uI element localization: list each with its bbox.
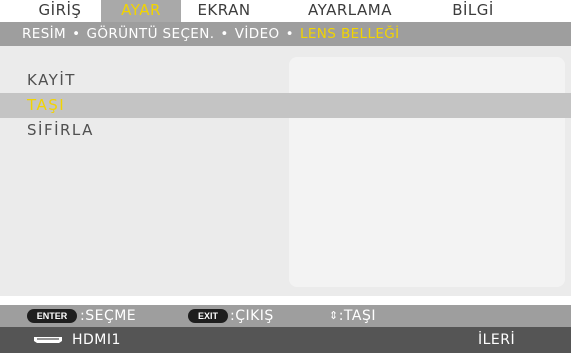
- submenu-resim[interactable]: RESİM: [22, 26, 66, 42]
- menu-item-tasi[interactable]: TAŞI: [0, 93, 571, 118]
- submenu-goruntu-secen[interactable]: GÖRÜNTÜ SEÇEN.: [86, 26, 214, 42]
- up-down-arrows-icon: ⇕: [329, 309, 339, 322]
- menu-content-area: KAYİT TAŞI SİFİRLA: [0, 46, 571, 296]
- separator-dot: •: [285, 26, 294, 42]
- separator-dot: •: [72, 26, 81, 42]
- tab-bilgi[interactable]: BİLGİ: [435, 0, 511, 22]
- submenu-bar: RESİM • GÖRÜNTÜ SEÇEN. • VİDEO • LENS BELLEĞİ: [0, 22, 571, 46]
- help-bar: ENTER :SEÇME EXIT :ÇIKIŞ ⇕:TAŞI: [0, 305, 571, 327]
- tab-ayarlama[interactable]: AYARLAMA: [295, 0, 405, 22]
- separator-dot: •: [220, 26, 229, 42]
- status-bar: HDMI1 İLERİ: [0, 327, 571, 353]
- menu-item-kayit[interactable]: KAYİT: [0, 68, 571, 93]
- exit-key-badge: EXIT: [188, 309, 228, 323]
- tab-ayar[interactable]: AYAR: [101, 0, 181, 22]
- status-next: İLERİ: [478, 332, 516, 348]
- help-move-label: :TAŞI: [338, 308, 376, 324]
- enter-key-badge: ENTER: [27, 309, 77, 323]
- submenu-video[interactable]: VİDEO: [235, 26, 280, 42]
- help-enter-label: :SEÇME: [80, 308, 137, 324]
- input-source: HDMI1: [72, 332, 121, 348]
- tab-ekran[interactable]: EKRAN: [183, 0, 265, 22]
- menu-tab-bar: GİRİŞ AYAR EKRAN AYARLAMA BİLGİ: [0, 0, 571, 22]
- tab-giris[interactable]: GİRİŞ: [22, 0, 98, 22]
- hdmi-connector-icon: [34, 337, 62, 343]
- menu-list: KAYİT TAŞI SİFİRLA: [0, 68, 571, 143]
- menu-item-sifirla[interactable]: SİFİRLA: [0, 118, 571, 143]
- help-move: ⇕:TAŞI: [329, 305, 376, 327]
- help-exit-label: :ÇIKIŞ: [230, 308, 274, 324]
- submenu-lens-bellegi[interactable]: LENS BELLEĞİ: [300, 26, 400, 42]
